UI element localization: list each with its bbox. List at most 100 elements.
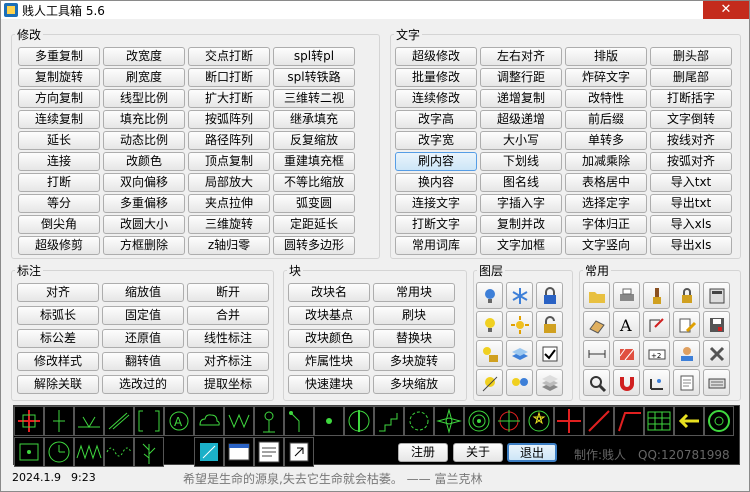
wenzi-button[interactable]: 改字高 (395, 110, 477, 129)
layer-stack-icon[interactable] (536, 369, 563, 396)
kuai-button[interactable]: 炸属性块 (288, 352, 370, 371)
wenzi-button[interactable]: 字插入字 (480, 194, 562, 213)
cloud-icon[interactable] (194, 406, 224, 436)
xiugai-button[interactable]: 圆转多边形 (273, 236, 355, 255)
zoom-icon[interactable] (583, 369, 610, 396)
xiugai-button[interactable]: 继承填充 (273, 110, 355, 129)
wenzi-button[interactable]: 左右对齐 (480, 47, 562, 66)
kuai-button[interactable]: 多块旋转 (373, 352, 455, 371)
xiugai-button[interactable]: 反复缩放 (273, 131, 355, 150)
external-link-icon[interactable] (284, 437, 314, 467)
kuai-button[interactable]: 刷块 (373, 306, 455, 325)
biaozhu-button[interactable]: 标弧长 (17, 306, 99, 325)
xiugai-button[interactable]: 等分 (18, 194, 100, 213)
exit-button[interactable]: 退出 (507, 443, 557, 462)
window-doc-icon[interactable] (254, 437, 284, 467)
biaozhu-button[interactable]: 缩放值 (102, 283, 184, 302)
edit-pen-icon[interactable] (673, 311, 700, 338)
xiugai-button[interactable]: 连接 (18, 152, 100, 171)
biaozhu-button[interactable]: 固定值 (102, 306, 184, 325)
kuai-button[interactable]: 替换块 (373, 329, 455, 348)
wenzi-button[interactable]: 导入txt (650, 173, 732, 192)
padlock-icon[interactable] (673, 282, 700, 309)
kuai-button[interactable]: 常用块 (373, 283, 455, 302)
diag-red-icon[interactable] (584, 406, 614, 436)
wenzi-button[interactable]: 文字倒转 (650, 110, 732, 129)
square-dot-icon[interactable] (14, 437, 44, 467)
wenzi-button[interactable]: 递增复制 (480, 89, 562, 108)
biaozhu-button[interactable]: 还原值 (102, 329, 184, 348)
layer-merge-icon[interactable] (506, 340, 533, 367)
wenzi-button[interactable]: 删尾部 (650, 68, 732, 87)
xiugai-button[interactable]: 局部放大 (188, 173, 270, 192)
tree-icon[interactable] (134, 437, 164, 467)
wenzi-button[interactable]: 按线对齐 (650, 131, 732, 150)
biaozhu-button[interactable]: 选改过的 (102, 375, 184, 394)
north-arrow-icon[interactable] (344, 406, 374, 436)
wenzi-button[interactable]: 字体归正 (565, 215, 647, 234)
calc-icon[interactable] (703, 282, 730, 309)
dim-arrow-icon[interactable] (74, 406, 104, 436)
bulb-icon[interactable] (476, 282, 503, 309)
layer-bulbs-icon[interactable] (506, 369, 533, 396)
crosshair-icon[interactable] (14, 406, 44, 436)
wenzi-button[interactable]: 导出txt (650, 194, 732, 213)
xiugai-button[interactable]: 复制旋转 (18, 68, 100, 87)
xiugai-button[interactable]: 动态比例 (103, 131, 185, 150)
save-disk-icon[interactable] (703, 311, 730, 338)
zigzag-icon[interactable] (74, 437, 104, 467)
xiugai-button[interactable]: 改宽度 (103, 47, 185, 66)
tools-icon[interactable] (703, 340, 730, 367)
lock-icon[interactable] (536, 282, 563, 309)
dashed-wave-icon[interactable] (104, 437, 134, 467)
xiugai-button[interactable]: 不等比缩放 (273, 173, 355, 192)
counter-icon[interactable]: +2 (643, 340, 670, 367)
stamp-icon[interactable] (583, 311, 610, 338)
sun-icon[interactable] (506, 311, 533, 338)
wenzi-button[interactable]: 选择定字 (565, 194, 647, 213)
node-line-icon[interactable] (284, 406, 314, 436)
biaozhu-button[interactable]: 标公差 (17, 329, 99, 348)
sticky-note-icon[interactable] (194, 437, 224, 467)
xiugai-button[interactable]: 交点打断 (188, 47, 270, 66)
xiugai-button[interactable]: 倒尖角 (18, 215, 100, 234)
xiugai-button[interactable]: 打断 (18, 173, 100, 192)
wenzi-button[interactable]: 大小写 (480, 131, 562, 150)
xiugai-button[interactable]: 方向复制 (18, 89, 100, 108)
break-line-icon[interactable] (44, 406, 74, 436)
wenzi-button[interactable]: 超级修改 (395, 47, 477, 66)
target-red-icon[interactable] (494, 406, 524, 436)
bookmark-icon[interactable] (673, 369, 700, 396)
register-button[interactable]: 注册 (398, 443, 448, 462)
hatch-icon[interactable] (613, 340, 640, 367)
wenzi-button[interactable]: 连接文字 (395, 194, 477, 213)
stretch-icon[interactable] (643, 311, 670, 338)
wenzi-button[interactable]: 导出xls (650, 236, 732, 255)
xiugai-button[interactable]: 线型比例 (103, 89, 185, 108)
circle-star-icon[interactable] (524, 406, 554, 436)
wenzi-button[interactable]: 复制并改 (480, 215, 562, 234)
xiugai-button[interactable]: 断口打断 (188, 68, 270, 87)
biaozhu-button[interactable]: 提取坐标 (187, 375, 269, 394)
xiugai-button[interactable]: 连续复制 (18, 110, 100, 129)
biaozhu-button[interactable]: 断开 (187, 283, 269, 302)
xiugai-button[interactable]: z轴归零 (188, 236, 270, 255)
wenzi-button[interactable]: 加减乘除 (565, 152, 647, 171)
dim-line-icon[interactable] (583, 340, 610, 367)
z-line-icon[interactable] (614, 406, 644, 436)
biaozhu-button[interactable]: 解除关联 (17, 375, 99, 394)
xiugai-button[interactable]: 三维旋转 (188, 215, 270, 234)
xiugai-button[interactable]: 刷宽度 (103, 68, 185, 87)
wenzi-button[interactable]: 下划线 (480, 152, 562, 171)
xiugai-button[interactable]: 重建填充框 (273, 152, 355, 171)
brush-icon[interactable] (643, 282, 670, 309)
dot-icon[interactable] (314, 406, 344, 436)
xiugai-button[interactable]: 双向偏移 (103, 173, 185, 192)
kuai-button[interactable]: 改块颜色 (288, 329, 370, 348)
printer-icon[interactable] (613, 282, 640, 309)
wenzi-button[interactable]: 常用词库 (395, 236, 477, 255)
unlock-icon[interactable] (536, 311, 563, 338)
kuai-button[interactable]: 多块缩放 (373, 375, 455, 394)
xiugai-button[interactable]: 路径阵列 (188, 131, 270, 150)
kuai-button[interactable]: 快速建块 (288, 375, 370, 394)
